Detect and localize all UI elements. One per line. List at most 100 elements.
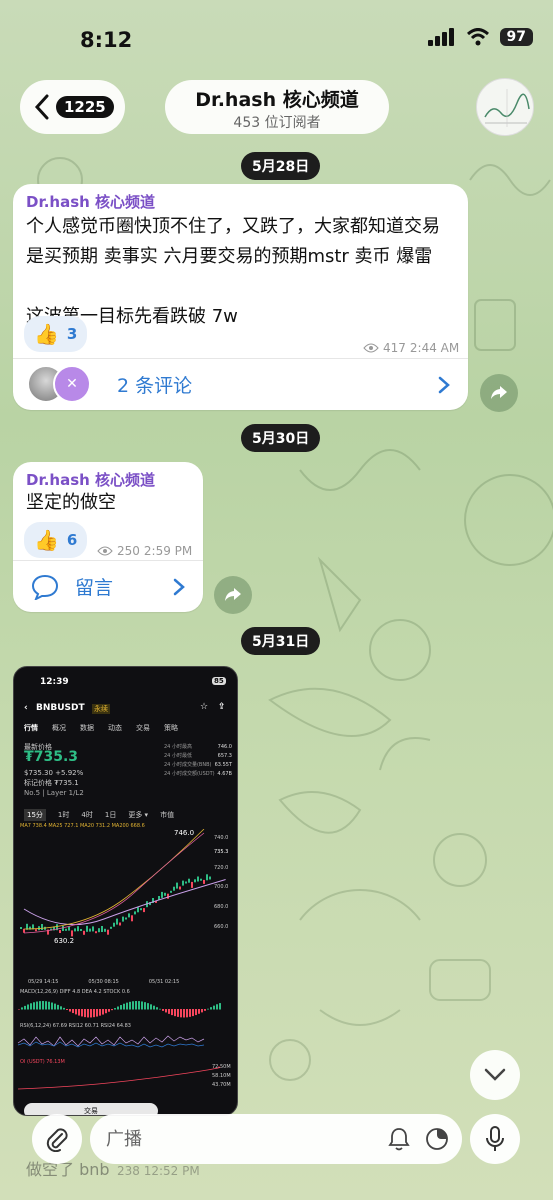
photo-candle (74, 928, 76, 932)
photo-oi-axis-label: 72.50M (212, 1064, 231, 1070)
post-time: 2:44 AM (409, 341, 460, 355)
channel-title: Dr.hash 核心频道 (195, 89, 359, 111)
photo-candle (185, 881, 187, 884)
share-arrow-icon (491, 386, 507, 399)
post-meta: 417 2:44 AM (363, 341, 459, 355)
avatar-chart-image (484, 89, 530, 127)
photo-stat-value: 4.67B (217, 771, 232, 777)
photo-axis-label: 740.0 (214, 835, 229, 841)
photo-status-time: 12:39 (40, 677, 69, 687)
attach-button[interactable] (32, 1114, 82, 1164)
chevron-right-icon (173, 578, 185, 596)
subscriber-count: 453 位订阅者 (233, 115, 321, 131)
photo-macd-bar (90, 1009, 92, 1018)
comments-label: 2 条评论 (117, 375, 193, 397)
post-author: Dr.hash 核心频道 (26, 471, 156, 489)
photo-macd-bar (135, 1001, 137, 1010)
chevron-down-icon (484, 1068, 506, 1081)
reaction-chip[interactable]: 👍 3 (24, 316, 88, 352)
date-separator: 5月31日 (241, 627, 321, 655)
photo-candle (80, 929, 82, 931)
photo-pair-tag: 永续 (92, 704, 110, 714)
channel-header[interactable]: Dr.hash 核心频道 453 位订阅者 (165, 80, 389, 134)
photo-macd-bar (84, 1009, 86, 1018)
broadcast-input-field[interactable] (90, 1114, 462, 1164)
bell-icon[interactable] (388, 1127, 410, 1151)
sticker-icon[interactable] (425, 1127, 449, 1151)
reaction-chip[interactable]: 👍 6 (24, 522, 88, 558)
signal-icon (427, 28, 454, 46)
photo-macd-bar (141, 1001, 143, 1010)
photo-pair: BNBUSDT (36, 703, 85, 713)
photo-macd-bar (144, 1002, 146, 1010)
leave-comment-button[interactable]: 留言 (13, 560, 203, 612)
scroll-to-bottom-button[interactable] (470, 1050, 520, 1100)
date-separator: 5月30日 (241, 424, 321, 452)
photo-macd-bar (30, 1003, 32, 1010)
photo-macd-bar (66, 1009, 68, 1010)
photo-macd-bar (168, 1009, 170, 1014)
channel-avatar[interactable] (476, 78, 534, 136)
photo-rsi-line: RSI(6,12,24) 67.69 RSI12 60.71 RSI24 64.… (20, 1023, 131, 1029)
photo-macd-bar (60, 1006, 62, 1010)
photo-interval: 4时 (81, 811, 93, 819)
photo-macd-bar (21, 1007, 23, 1010)
photo-low-label: 630.2 (54, 937, 75, 945)
photo-candle (62, 926, 64, 931)
photo-candle (125, 917, 127, 920)
photo-intervals: 15分 1时 4时 1日 更多 ▾ 市值 (24, 809, 174, 821)
photo-interval: 15分 (24, 809, 46, 821)
eye-icon (363, 343, 379, 353)
photo-macd-bar (165, 1009, 167, 1013)
photo-candle (86, 925, 88, 932)
photo-macd-bar (147, 1003, 149, 1010)
share-button[interactable] (214, 576, 252, 614)
channel-post[interactable]: Dr.hash 核心频道 个人感觉币圈快顶不住了，又跌了，大家都知道交易是买预期… (13, 184, 468, 410)
photo-candle (119, 922, 121, 926)
photo-macd-bar (156, 1007, 158, 1010)
photo-oi-axis-label: 58.10M (212, 1073, 231, 1079)
photo-macd-bar (138, 1001, 140, 1010)
photo-macd-bar (183, 1009, 185, 1018)
photo-stats: 24 小时最高 746.0 24 小时最低 657.3 24 小时成交量(BNB) 6… (164, 743, 232, 779)
post-meta: 250 2:59 PM (97, 544, 192, 558)
photo-macd-bar (57, 1004, 59, 1010)
photo-peak-label: 746.0 (174, 829, 195, 837)
photo-candle (176, 882, 178, 889)
status-time: 8:12 (80, 28, 133, 52)
microphone-button[interactable] (470, 1114, 520, 1164)
photo-macd-bar (45, 1001, 47, 1010)
photo-candle (65, 928, 67, 931)
channel-post[interactable]: Dr.hash 核心频道 坚定的做空 👍 6 250 2:59 PM 留言 (13, 462, 203, 612)
photo-battery: 85 (212, 677, 226, 685)
photo-date-label: 05/30 08:15 (88, 979, 119, 985)
photo-macd-bar (42, 1001, 44, 1010)
photo-candle (179, 886, 181, 890)
photo-message[interactable]: 12:39 85 ‹ BNBUSDT 永续 ☆ ⇪ 行情 概况 数据 动态 交易… (13, 666, 238, 1116)
photo-macd-bar (132, 1001, 134, 1010)
photo-oi-axis: 72.50M 58.10M 43.70M (212, 1063, 237, 1090)
comments-label: 留言 (75, 577, 114, 599)
photo-macd-bar (87, 1009, 89, 1018)
photo-axis-label: 735.3 (214, 849, 229, 855)
photo-candle (167, 893, 169, 899)
photo-candle (107, 929, 109, 935)
photo-macd-bar (120, 1005, 122, 1010)
photo-candle (191, 881, 193, 888)
photo-share-icon: ⇪ (218, 702, 226, 712)
broadcast-input[interactable] (106, 1128, 376, 1150)
photo-candle (59, 930, 61, 933)
photo-macd-bar (51, 1002, 53, 1010)
photo-date-axis: 05/29 14:15 05/30 08:15 05/31 02:15 (28, 979, 179, 985)
back-button[interactable]: 1225 (20, 80, 125, 134)
photo-macd-bar (54, 1003, 56, 1010)
photo-candle (68, 926, 70, 931)
photo-candle (71, 930, 73, 937)
photo-macd-bar (75, 1009, 77, 1015)
photo-interval: 1日 (104, 811, 117, 819)
photo-macd-bar (198, 1009, 200, 1014)
comments-button[interactable]: ✕ 2 条评论 (13, 358, 468, 410)
photo-badges: No.5 | Layer 1/L2 (24, 789, 84, 797)
share-button[interactable] (480, 374, 518, 412)
photo-candle (113, 922, 115, 927)
